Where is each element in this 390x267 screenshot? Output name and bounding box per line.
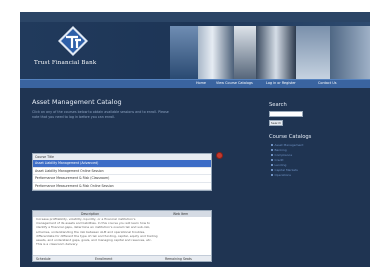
header-banner: Trust Financial Bank — [20, 22, 370, 79]
list-item[interactable]: Asset Liability Management Online Sessio… — [33, 168, 211, 175]
catalog-link-credit[interactable]: Credit — [271, 158, 284, 162]
catalog-link-banking[interactable]: Banking — [271, 148, 287, 152]
search-button[interactable]: Search — [269, 120, 283, 126]
description-line: This is a classroom delivery. — [36, 242, 78, 247]
bullet — [271, 149, 273, 151]
schedule-header: Schedule Enrollment Remaining Seats — [33, 255, 211, 261]
catalog-link-lending[interactable]: Lending — [271, 163, 286, 167]
schedule-label: Schedule — [36, 257, 51, 261]
bullet — [271, 174, 273, 176]
tf-logo-icon[interactable] — [58, 26, 88, 56]
header-photo — [330, 26, 370, 79]
list-item[interactable]: Asset Liability Management (Advanced) — [33, 160, 211, 168]
bullet — [271, 169, 273, 171]
web-item-header-label: Web Item — [173, 212, 189, 216]
enrollment-label: Enrollment — [95, 257, 113, 261]
bullet — [271, 164, 273, 166]
intro-text: Click on any of the courses below to obt… — [32, 110, 169, 114]
header-photo — [170, 26, 198, 79]
list-item[interactable]: Performance Measurement & Risk (Classroo… — [33, 175, 211, 183]
nav-contact-us[interactable]: Contact Us — [318, 81, 337, 85]
header-photo — [198, 26, 234, 79]
catalog-link-label: Credit — [274, 158, 284, 162]
list-item[interactable]: Performance Measurement & Risk Online Se… — [33, 183, 211, 190]
top-strip — [20, 12, 370, 22]
description-header: Description Web Item — [33, 211, 211, 217]
header-photo — [296, 26, 330, 79]
catalog-link-label: Lending — [274, 163, 287, 167]
intro-text: note that you need to log in before you … — [32, 115, 116, 119]
catalog-link-label: Capital Markets — [274, 168, 298, 172]
search-heading: Search — [269, 102, 287, 108]
header-photos — [170, 26, 370, 79]
catalog-link-label: Asset Management — [274, 143, 304, 147]
header-photo — [256, 26, 296, 79]
bullet — [271, 144, 273, 146]
catalog-link-capital-markets[interactable]: Capital Markets — [271, 168, 298, 172]
bullet — [271, 154, 273, 156]
description-header-label: Description — [81, 212, 100, 216]
catalog-link-asset-management[interactable]: Asset Management — [271, 143, 303, 147]
nav-home[interactable]: Home — [196, 81, 206, 85]
page-container: Trust Financial Bank Home View Course Ca… — [20, 12, 370, 267]
bank-name: Trust Financial Bank — [34, 60, 97, 66]
remaining-seats-label: Remaining Seats — [165, 257, 192, 261]
page-title: Asset Management Catalog — [32, 98, 122, 106]
search-input[interactable] — [269, 111, 303, 117]
course-description: Description Web Item Increase profitabil… — [32, 210, 212, 262]
nav-bar: Home View Course Catalogs Log in or Regi… — [20, 79, 370, 88]
nav-view-course-catalogs[interactable]: View Course Catalogs — [216, 81, 253, 85]
catalog-link-label: Operations — [274, 173, 292, 177]
nav-login-register[interactable]: Log in or Register — [266, 81, 296, 85]
course-catalogs-heading: Course Catalogs — [269, 134, 312, 140]
catalog-link-operations[interactable]: Operations — [271, 173, 291, 177]
course-list[interactable]: Course Title Asset Liability Management … — [32, 153, 212, 191]
bullet — [271, 159, 273, 161]
catalog-link-label: Compliance — [274, 153, 293, 157]
catalog-link-compliance[interactable]: Compliance — [271, 153, 292, 157]
catalog-link-label: Banking — [274, 148, 287, 152]
header-photo — [234, 26, 256, 79]
remove-icon[interactable] — [216, 152, 223, 159]
